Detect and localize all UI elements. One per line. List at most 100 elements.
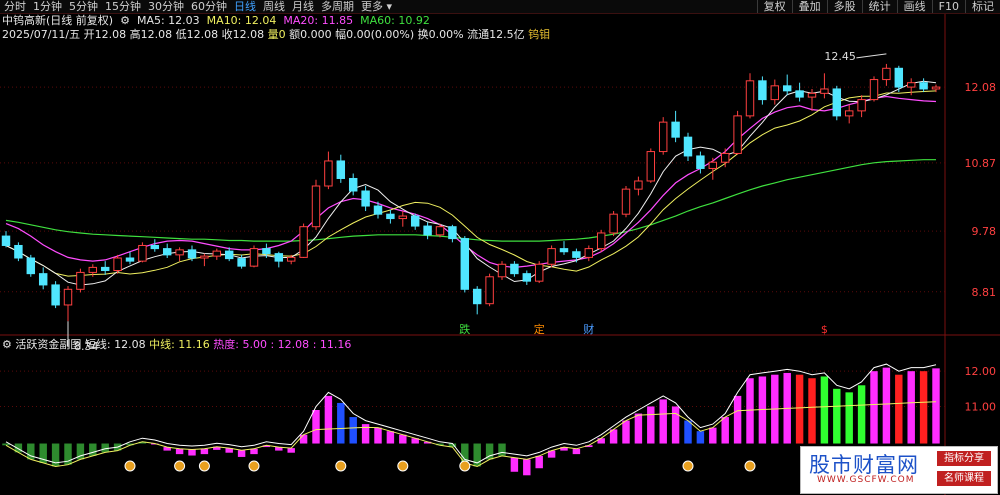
- candle-body-12: [150, 244, 160, 250]
- candle-body-57: [708, 161, 718, 169]
- fund-bar-23: [287, 448, 295, 453]
- candle-body-32: [398, 215, 408, 220]
- candle-body-60: [745, 80, 755, 117]
- fund-bar-25: [312, 410, 320, 444]
- watermark-url: WWW.GSCFW.COM: [817, 475, 915, 485]
- watermark-tag-1: 指标分享: [937, 451, 991, 466]
- fund-bar-60: [746, 378, 754, 444]
- high-pointer: [856, 53, 887, 59]
- fund-bar-66: [820, 376, 829, 444]
- candle-body-50: [621, 188, 631, 215]
- coin-icon-5: [397, 460, 409, 472]
- candle-body-47: [584, 248, 594, 258]
- upper-tick-1: 9.78: [972, 225, 997, 238]
- candle-body-16: [200, 255, 209, 259]
- candle-body-30: [373, 205, 383, 215]
- candle-body-75: [931, 86, 941, 90]
- fund-bar-57: [709, 427, 717, 444]
- candle-body-45: [559, 248, 569, 253]
- upper-tick-2: 10.87: [965, 157, 997, 170]
- candle-body-44: [547, 248, 556, 265]
- candle-body-66: [820, 88, 829, 94]
- fund-bar-7: [89, 443, 97, 456]
- fund-bar-65: [808, 378, 816, 444]
- candle-body-53: [658, 121, 668, 153]
- coin-icon-6: [459, 460, 471, 472]
- candle-body-67: [832, 88, 842, 117]
- candle-body-51: [634, 180, 643, 190]
- fund-bar-52: [647, 406, 655, 444]
- upper-tick-0: 8.81: [972, 286, 997, 299]
- fund-bar-31: [386, 431, 395, 444]
- gear-icon[interactable]: ⚙: [2, 338, 12, 351]
- candle-body-70: [869, 79, 879, 101]
- candle-body-46: [572, 251, 581, 258]
- candle-body-20: [249, 248, 259, 267]
- candle-body-1: [14, 244, 23, 259]
- candle-body-34: [423, 225, 432, 236]
- candle-body-41: [510, 263, 519, 275]
- fund-bar-46: [572, 448, 581, 455]
- candle-body-43: [534, 263, 544, 282]
- candle-body-36: [448, 226, 457, 240]
- coin-icon-3: [248, 460, 260, 472]
- fund-bar-30: [374, 427, 382, 444]
- signal-tag-3: $: [821, 323, 828, 336]
- candle-body-73: [906, 82, 916, 88]
- candle-body-37: [460, 238, 470, 290]
- candle-body-8: [100, 266, 110, 272]
- lower-tick-1: 12.00: [965, 365, 997, 378]
- candle-body-10: [125, 257, 135, 262]
- candle-body-23: [286, 256, 296, 262]
- heat-value: 热度: 5.00: [213, 338, 267, 351]
- candle-body-42: [522, 273, 532, 282]
- fund-bar-15: [188, 449, 196, 456]
- fund-bar-74: [919, 371, 928, 444]
- coin-icon-1: [174, 460, 186, 472]
- candle-body-49: [609, 213, 618, 234]
- signal-tag-1: 定: [534, 322, 545, 336]
- candle-body-7: [88, 266, 98, 273]
- candle-body-21: [262, 248, 271, 255]
- fund-bar-53: [659, 399, 667, 444]
- fund-bar-75: [932, 368, 940, 444]
- fund-bar-14: [175, 448, 184, 455]
- high-label: 12.45: [824, 50, 856, 63]
- candle-body-56: [696, 155, 705, 169]
- candle-body-59: [733, 115, 742, 154]
- fund-bar-71: [882, 367, 891, 444]
- candle-body-65: [807, 92, 817, 98]
- candle-body-4: [51, 284, 60, 306]
- coin-icon-8: [744, 460, 756, 472]
- candle-body-27: [336, 160, 346, 179]
- fund-bar-68: [845, 392, 853, 444]
- fund-bar-41: [510, 457, 519, 472]
- coin-icon-0: [124, 460, 136, 472]
- candle-body-55: [683, 136, 693, 157]
- candle-body-69: [857, 99, 866, 112]
- candle-body-5: [63, 288, 73, 306]
- fund-bar-51: [634, 413, 643, 444]
- fund-bar-70: [870, 371, 878, 444]
- candle-body-13: [162, 248, 172, 256]
- candle-body-40: [497, 263, 507, 278]
- fund-bar-27: [337, 402, 345, 444]
- fund-bar-24: [299, 434, 308, 444]
- fund-bar-73: [907, 371, 915, 444]
- candle-body-0: [1, 235, 11, 246]
- candle-body-64: [795, 90, 804, 98]
- candle-body-54: [671, 121, 680, 138]
- chart-canvas[interactable]: 8.819.7810.8712.0811.0012.0012.458.34跌定财…: [0, 0, 1000, 495]
- candle-body-39: [485, 276, 494, 305]
- candle-body-38: [472, 288, 482, 305]
- candle-body-35: [435, 226, 445, 236]
- extra-value-1: : 12.08: [270, 338, 310, 351]
- lower-header: ⚙ 活跃资金副图 短线: 12.08 中线: 11.16 热度: 5.00 : …: [2, 338, 351, 351]
- candle-body-72: [894, 67, 904, 88]
- candle-body-63: [782, 85, 792, 92]
- candle-body-31: [386, 213, 395, 220]
- candle-body-25: [311, 185, 321, 228]
- fund-bar-55: [684, 420, 692, 444]
- upper-tick-3: 12.08: [965, 81, 997, 94]
- candle-body-71: [882, 67, 891, 81]
